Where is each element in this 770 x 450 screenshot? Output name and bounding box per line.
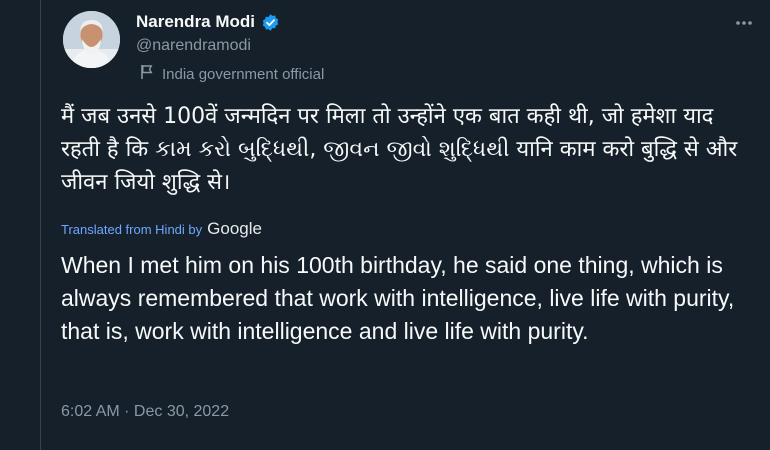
flag-icon — [140, 64, 154, 84]
avatar[interactable] — [63, 11, 120, 68]
translation-attribution-label: Translated from Hindi by — [61, 221, 203, 237]
avatar-image — [63, 11, 120, 68]
tweet-timestamp[interactable]: 6:02 AM · Dec 30, 2022 — [61, 403, 229, 421]
verified-badge-icon — [261, 13, 280, 32]
user-name-row: Narendra Modi — [136, 11, 280, 33]
more-options-icon[interactable] — [731, 10, 757, 36]
translation-attribution[interactable]: Translated from Hindi by Google — [61, 219, 262, 239]
user-handle[interactable]: @narendramodi — [136, 37, 251, 55]
tweet-text: मैं जब उनसे 100वें जन्मदिन पर मिला तो उन… — [61, 104, 738, 195]
user-name[interactable]: Narendra Modi — [136, 12, 255, 32]
government-label-text: India government official — [162, 65, 325, 83]
translated-text: When I met him on his 100th birthday, he… — [61, 252, 735, 344]
google-logo: Google — [207, 219, 262, 238]
government-label: India government official — [140, 64, 324, 84]
